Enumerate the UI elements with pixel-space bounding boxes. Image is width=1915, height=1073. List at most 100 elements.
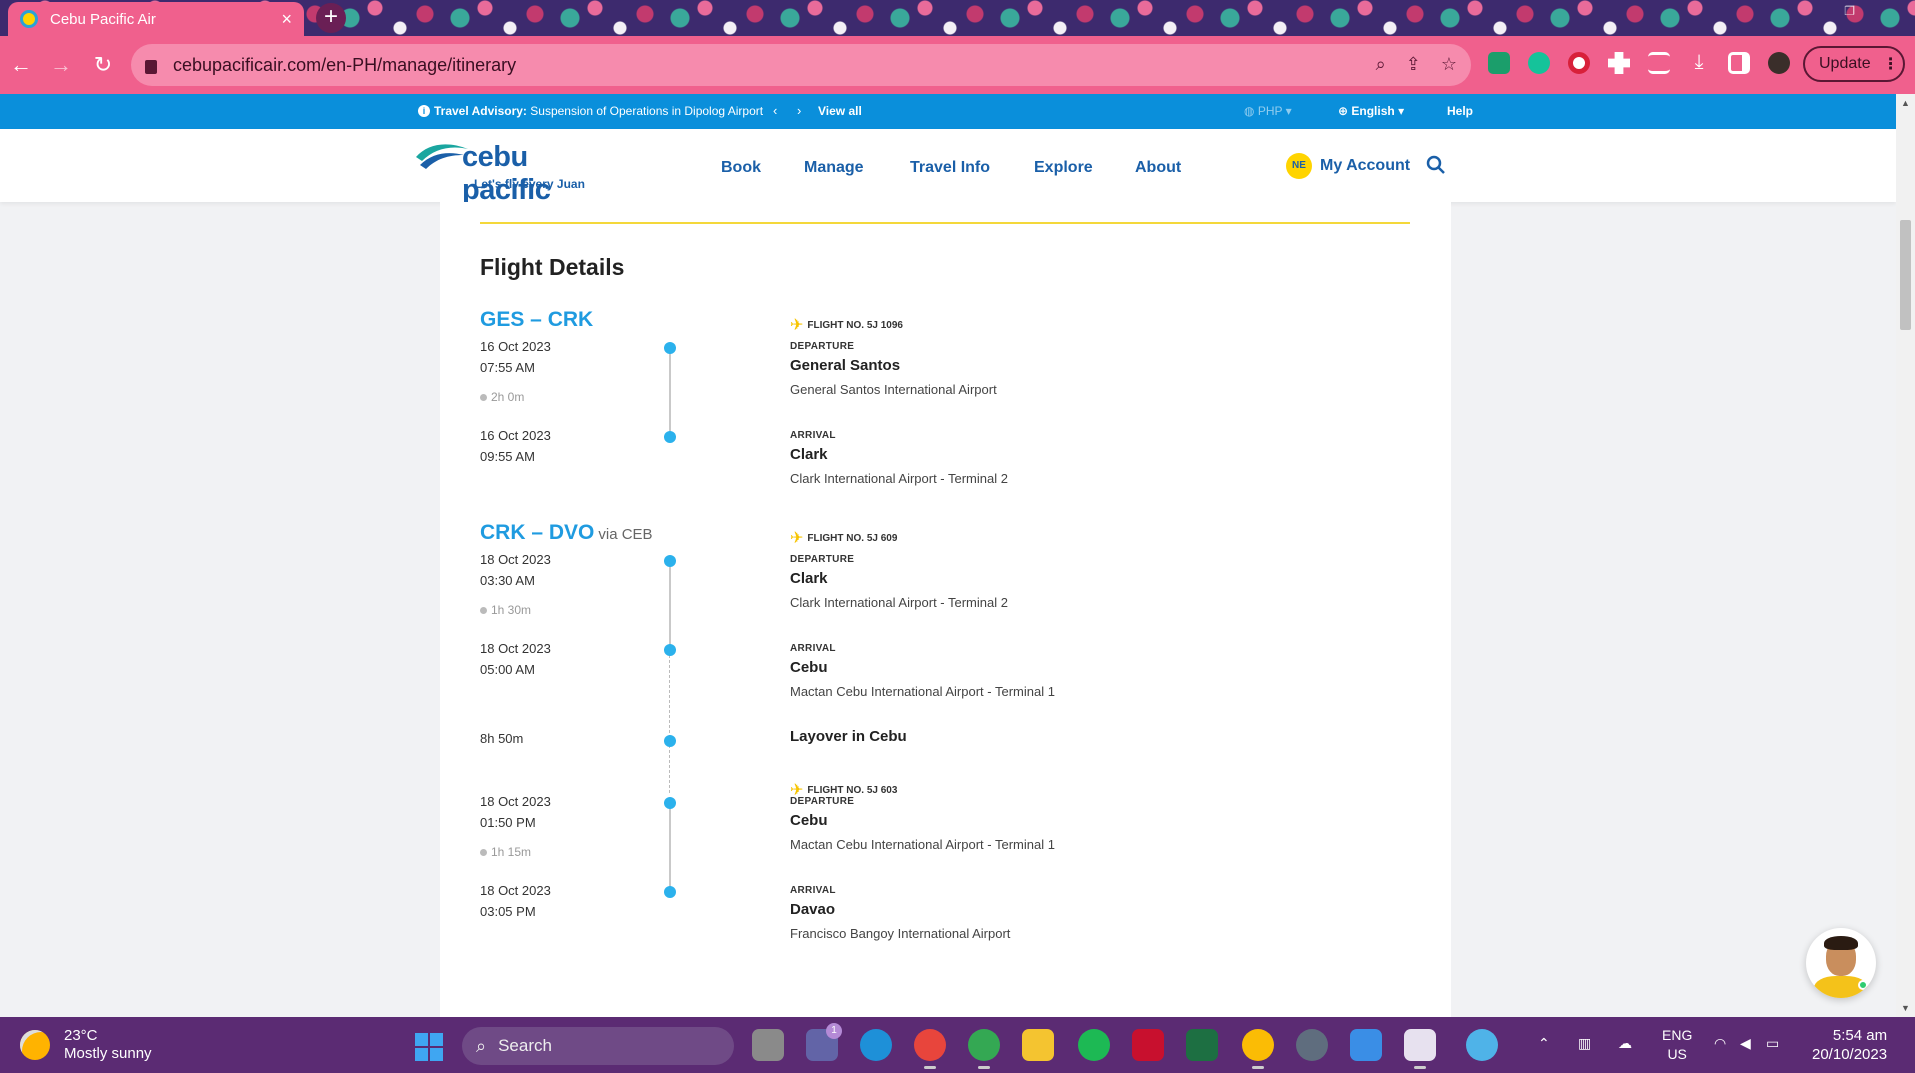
mcafee-icon[interactable] (1132, 1029, 1164, 1061)
snipping-tool-icon[interactable] (1404, 1029, 1436, 1069)
arrival-city: Clark (790, 446, 828, 463)
tab-close-icon[interactable]: × (281, 9, 292, 30)
nav-travel-info[interactable]: Travel Info (910, 159, 990, 177)
back-arrow-icon[interactable]: ← (6, 50, 36, 80)
help-link[interactable]: Help (1447, 104, 1473, 118)
language-selector[interactable]: ⊕ English ▾ (1338, 104, 1404, 118)
spotify-icon[interactable] (1078, 1029, 1110, 1061)
region-code: US (1667, 1046, 1687, 1062)
zoom-icon[interactable]: ⌕ (1376, 54, 1386, 75)
reading-list-icon[interactable] (1648, 52, 1670, 74)
account-avatar: NE (1286, 153, 1312, 179)
extension-green-icon[interactable] (1488, 52, 1510, 74)
nav-explore[interactable]: Explore (1034, 159, 1093, 177)
notepad-icon[interactable] (1350, 1029, 1382, 1061)
timeline-line (669, 349, 671, 437)
departure-city: Cebu (790, 812, 828, 829)
update-button[interactable]: Update ⋮ (1803, 46, 1905, 82)
system-clock[interactable]: 5:54 am 20/10/2023 (1812, 1026, 1887, 1064)
wifi-icon[interactable]: ◠ (1714, 1035, 1726, 1052)
clock-date: 20/10/2023 (1812, 1046, 1888, 1063)
departure-date: 18 Oct 2023 (480, 552, 551, 567)
excel-icon[interactable] (1186, 1029, 1218, 1061)
window-restore-icon[interactable]: ❐ (1844, 4, 1855, 18)
chrome-profile-icon[interactable] (968, 1029, 1000, 1069)
search-icon[interactable] (1426, 155, 1446, 175)
arrival-label: ARRIVAL (790, 430, 836, 441)
nav-manage[interactable]: Manage (804, 159, 864, 177)
chrome-alt-icon[interactable] (1242, 1029, 1274, 1069)
onedrive-cloud-icon[interactable]: ☁ (1618, 1035, 1632, 1052)
duration-text: 2h 0m (491, 390, 525, 404)
departure-time: 07:55 AM (480, 360, 535, 375)
bookmark-star-icon[interactable]: ☆ (1441, 54, 1457, 75)
page-scrollbar[interactable]: ▲ ▼ (1896, 94, 1915, 1017)
timeline-dot (664, 886, 676, 898)
timeline-line (669, 562, 671, 650)
new-tab-button[interactable]: + (316, 3, 346, 33)
segment-route-title: CRK – DVO via CEB (480, 521, 653, 545)
flight-duration: 2h 0m (480, 390, 524, 404)
cebu-pacific-logo[interactable]: cebu pacific Let's fly every Juan (414, 137, 614, 206)
nav-about[interactable]: About (1135, 159, 1181, 177)
nav-book[interactable]: Book (721, 159, 761, 177)
volume-icon[interactable]: ◀ (1740, 1035, 1751, 1052)
scroll-down-arrow-icon[interactable]: ▼ (1901, 1003, 1910, 1013)
currency-selector[interactable]: ◍ PHP ▾ (1244, 104, 1292, 118)
arrival-airport: Clark International Airport - Terminal 2 (790, 471, 1008, 486)
scroll-up-arrow-icon[interactable]: ▲ (1901, 98, 1910, 108)
windows-start-icon[interactable] (415, 1033, 443, 1061)
arrival-city: Cebu (790, 659, 828, 676)
view-all-link[interactable]: View all (818, 104, 862, 118)
paint-icon[interactable] (1466, 1029, 1498, 1061)
search-icon: ⌕ (476, 1035, 487, 1056)
tray-app-icon[interactable]: ▥ (1578, 1035, 1591, 1052)
chat-assistant-avatar[interactable] (1806, 928, 1876, 998)
side-panel-icon[interactable] (1728, 52, 1750, 74)
profile-avatar[interactable] (1768, 52, 1790, 74)
teams-icon[interactable]: 1 (806, 1023, 842, 1061)
settings-gear-icon[interactable] (1296, 1029, 1328, 1061)
browser-tab-active[interactable]: Cebu Pacific Air × (8, 2, 304, 36)
arrival-city: Davao (790, 901, 836, 918)
departure-time: 01:50 PM (480, 815, 536, 830)
advisory-prev-icon[interactable]: ‹ (773, 103, 777, 118)
reload-icon[interactable]: ↻ (88, 50, 118, 80)
departure-label: DEPARTURE (790, 341, 855, 352)
file-explorer-icon[interactable] (1022, 1029, 1054, 1061)
pokeball-extension-icon[interactable] (1568, 52, 1590, 74)
flight-duration: 1h 15m (480, 845, 531, 859)
my-account-button[interactable]: NE My Account (1286, 153, 1410, 179)
plane-icon: ✈ (790, 530, 804, 547)
input-language-indicator[interactable]: ENG US (1662, 1026, 1692, 1064)
flight-details-title: Flight Details (480, 254, 625, 280)
flight-number: ✈ FLIGHT NO. 5J 1096 (790, 315, 903, 335)
timeline-line (669, 804, 671, 892)
account-label: My Account (1320, 157, 1411, 174)
edge-icon[interactable] (860, 1029, 892, 1061)
arrival-datetime: 18 Oct 2023 05:00 AM (480, 638, 551, 680)
tray-overflow-chevron-icon[interactable]: ⌃ (1538, 1035, 1550, 1052)
weather-widget[interactable]: 23°C Mostly sunny (20, 1027, 152, 1063)
forward-arrow-icon[interactable]: → (46, 50, 76, 80)
arrival-date: 18 Oct 2023 (480, 641, 551, 656)
timeline-dot (664, 644, 676, 656)
taskbar-search[interactable]: ⌕ Search (462, 1027, 734, 1065)
address-bar[interactable]: cebupacificair.com/en-PH/manage/itinerar… (131, 44, 1471, 86)
extensions-puzzle-icon[interactable] (1608, 52, 1630, 74)
timeline-dot (664, 735, 676, 747)
scrollbar-thumb[interactable] (1900, 220, 1911, 330)
cebu-pacific-favicon-icon (20, 10, 38, 28)
advisory-next-icon[interactable]: › (797, 103, 801, 118)
grammarly-icon[interactable] (1528, 52, 1550, 74)
kebab-menu-icon[interactable]: ⋮ (1883, 54, 1899, 74)
share-icon[interactable]: ⇪ (1406, 54, 1421, 75)
download-icon[interactable]: ⤓ (1688, 52, 1710, 74)
advisory-text[interactable]: Travel Advisory: Suspension of Operation… (434, 104, 763, 118)
task-view-icon[interactable] (752, 1029, 784, 1061)
arrival-datetime: 16 Oct 2023 09:55 AM (480, 425, 551, 467)
timeline-dot (664, 342, 676, 354)
chrome-icon[interactable] (914, 1029, 946, 1069)
battery-icon[interactable]: ▭ (1766, 1035, 1779, 1052)
url-text[interactable]: cebupacificair.com/en-PH/manage/itinerar… (173, 55, 516, 76)
